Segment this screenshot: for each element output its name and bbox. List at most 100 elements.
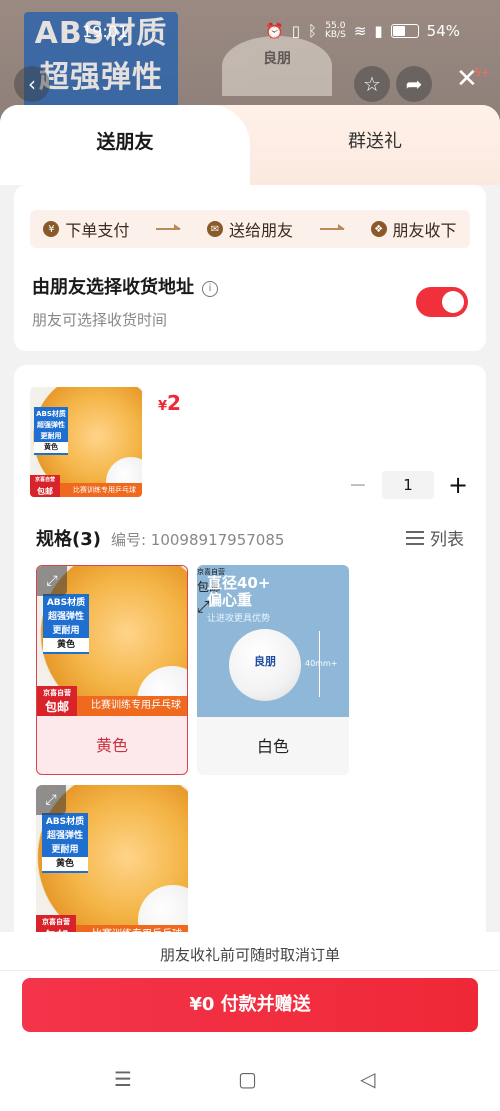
product-thumbnail[interactable]: ABS材质 超强弹性 更耐用 黄色 比赛训练专用乒乓球 京喜自营 包邮 bbox=[30, 387, 142, 497]
list-view-label: 列表 bbox=[430, 530, 464, 550]
store-tag-top: 京喜自营 bbox=[42, 918, 70, 926]
pay-and-gift-button[interactable]: ¥0 付款并赠送 bbox=[22, 978, 478, 1032]
plus-icon[interactable]: + bbox=[448, 471, 468, 499]
step-label: 下单支付 bbox=[65, 221, 130, 240]
headline-line: 直径40+ bbox=[207, 574, 271, 592]
option-image: ABS材质 超强弹性 更耐用 黄色 比赛训练专用乒乓球 京喜自营 包邮 ⤢ bbox=[36, 785, 188, 945]
list-view-button[interactable]: 列表 bbox=[406, 525, 464, 550]
feature-line: ABS材质 bbox=[46, 598, 86, 608]
back-nav-icon[interactable]: ◁ bbox=[360, 1067, 375, 1091]
close-icon[interactable]: ✕ bbox=[456, 64, 478, 94]
step-label: 送给朋友 bbox=[228, 221, 293, 240]
logo-text: 良朋 bbox=[263, 51, 291, 67]
option-image: ABS材质 超强弹性 更耐用 黄色 比赛训练专用乒乓球 京喜自营 包邮 ⤢ bbox=[37, 566, 187, 716]
price-symbol: ¥ bbox=[158, 399, 168, 414]
product-code: 编号: 10098917957085 bbox=[110, 531, 285, 549]
color-tag: 黄色 bbox=[43, 638, 89, 652]
net-speed-unit: KB/S bbox=[324, 30, 346, 40]
alarm-icon: ⏰ bbox=[265, 22, 284, 40]
size-label: 40mm+ bbox=[305, 659, 338, 668]
back-icon[interactable]: ‹ bbox=[14, 66, 50, 102]
spec-option-3[interactable]: ABS材质 超强弹性 更耐用 黄色 比赛训练专用乒乓球 京喜自营 包邮 ⤢ bbox=[36, 785, 188, 945]
quantity-stepper: − 1 + bbox=[348, 471, 468, 499]
spec-option-yellow[interactable]: ABS材质 超强弹性 更耐用 黄色 比赛训练专用乒乓球 京喜自营 包邮 ⤢ 黄色 bbox=[36, 565, 188, 775]
feature-line: 更耐用 bbox=[51, 845, 79, 855]
step-label: 朋友收下 bbox=[392, 221, 457, 240]
step-pay: ¥ 下单支付 bbox=[43, 217, 129, 241]
address-choice-subtitle: 朋友可选择收货时间 bbox=[32, 311, 168, 329]
share-icon[interactable]: ➦ bbox=[396, 66, 432, 102]
favorite-icon[interactable]: ☆ bbox=[354, 66, 390, 102]
white-ball-image: 良朋 bbox=[229, 629, 301, 701]
option-image: 直径40+ 偏心重 让进攻更具优势 良朋 40mm+ 京喜自营 包邮 ⤢ bbox=[197, 565, 349, 717]
wifi-icon: ≋ bbox=[353, 22, 367, 40]
store-tag-text: 包邮 bbox=[44, 700, 69, 714]
color-tag: 黄色 bbox=[42, 857, 88, 871]
address-choice-title: 由朋友选择收货地址 i bbox=[32, 273, 218, 299]
spec-title: 规格(3) bbox=[36, 529, 101, 550]
checkout-footer: 朋友收礼前可随时取消订单 ¥0 付款并赠送 ☰ ▢ ◁ bbox=[0, 932, 500, 1111]
price-value: 2 bbox=[167, 391, 181, 415]
feature-line: 超强弹性 bbox=[46, 831, 83, 841]
arrow-icon bbox=[319, 224, 345, 230]
feature-line: 更耐用 bbox=[40, 432, 62, 440]
quantity-input[interactable]: 1 bbox=[382, 471, 434, 499]
store-tag-top: 京喜自营 bbox=[34, 477, 55, 483]
bluetooth-icon: ᛒ bbox=[307, 22, 317, 40]
address-card: ¥ 下单支付 ✉ 送给朋友 ❖ 朋友收下 由朋友选择收货地址 i 朋友可选择收货时间 bbox=[14, 185, 486, 351]
feature-line: 超强弹性 bbox=[37, 421, 65, 429]
list-icon bbox=[406, 530, 424, 546]
expand-icon[interactable]: ⤢ bbox=[37, 566, 67, 596]
address-toggle[interactable] bbox=[416, 287, 468, 317]
net-speed: 55.0 KB/S bbox=[325, 22, 346, 40]
color-tag: 黄色 bbox=[34, 442, 68, 453]
tab-label: 群送礼 bbox=[348, 131, 402, 152]
arrow-icon bbox=[156, 224, 182, 230]
cancel-note: 朋友收礼前可随时取消订单 bbox=[159, 946, 340, 964]
status-icons: ⏰ ▯ ᛒ 55.0 KB/S ≋ ▮ 54% bbox=[265, 22, 460, 41]
store-tag: 京喜自营 包邮 bbox=[37, 686, 77, 716]
feature-box: ABS材质 超强弹性 更耐用 黄色 bbox=[43, 594, 89, 654]
feature-line: ABS材质 bbox=[36, 410, 66, 418]
ball-logo: 良朋 bbox=[254, 655, 276, 668]
tab-label: 送朋友 bbox=[96, 131, 154, 153]
chat-icon: ✉ bbox=[206, 221, 223, 237]
option-subtext: 让进攻更具优势 bbox=[207, 614, 271, 624]
option-label: 黄色 bbox=[95, 736, 128, 755]
gift-steps: ¥ 下单支付 ✉ 送给朋友 ❖ 朋友收下 bbox=[30, 210, 470, 248]
price: ¥2 bbox=[158, 391, 181, 415]
tab-send-friend[interactable]: 送朋友 bbox=[0, 105, 250, 185]
store-tag-top: 京喜自营 bbox=[43, 689, 71, 697]
tab-bar: 送朋友 群送礼 bbox=[0, 105, 500, 185]
info-icon[interactable]: i bbox=[202, 280, 218, 297]
store-tag-text: 包邮 bbox=[37, 487, 53, 496]
gift-icon: ❖ bbox=[370, 221, 387, 237]
option-label: 白色 bbox=[256, 737, 289, 756]
divider bbox=[0, 970, 500, 971]
step-receive: ❖ 朋友收下 bbox=[370, 217, 457, 241]
spec-header: 规格(3) 编号: 10098917957085 列表 bbox=[36, 525, 464, 551]
menu-nav-icon[interactable]: ☰ bbox=[114, 1067, 132, 1091]
feature-box: ABS材质 超强弹性 更耐用 黄色 bbox=[34, 407, 68, 455]
feature-line: 更耐用 bbox=[52, 626, 80, 636]
home-nav-icon[interactable]: ▢ bbox=[238, 1067, 257, 1091]
expand-icon[interactable]: ⤢ bbox=[36, 785, 66, 815]
yen-icon: ¥ bbox=[43, 221, 60, 237]
spec-option-white[interactable]: 直径40+ 偏心重 让进攻更具优势 良朋 40mm+ 京喜自营 包邮 ⤢ 白色 bbox=[197, 565, 349, 775]
system-nav-bar: ☰ ▢ ◁ bbox=[0, 1057, 500, 1111]
address-title-text: 由朋友选择收货地址 bbox=[32, 277, 194, 298]
minus-icon[interactable]: − bbox=[348, 473, 368, 498]
battery-level: 54% bbox=[426, 22, 460, 40]
vibrate-icon: ▯ bbox=[291, 22, 300, 40]
step-send: ✉ 送给朋友 bbox=[206, 217, 293, 241]
feature-box: ABS材质 超强弹性 更耐用 黄色 bbox=[42, 813, 88, 873]
store-tag: 京喜自营 包邮 bbox=[30, 475, 60, 497]
battery-icon bbox=[390, 24, 419, 38]
feature-line: ABS材质 bbox=[45, 817, 85, 827]
option-headline: 直径40+ 偏心重 bbox=[207, 575, 270, 609]
status-bar: 19:01 ⏰ ▯ ᛒ 55.0 KB/S ≋ ▮ 54% bbox=[0, 0, 500, 42]
signal-icon: ▮ bbox=[374, 22, 383, 40]
feature-line: 超强弹性 bbox=[47, 612, 84, 622]
headline-line: 偏心重 bbox=[207, 591, 253, 609]
clock: 19:01 bbox=[82, 22, 129, 41]
